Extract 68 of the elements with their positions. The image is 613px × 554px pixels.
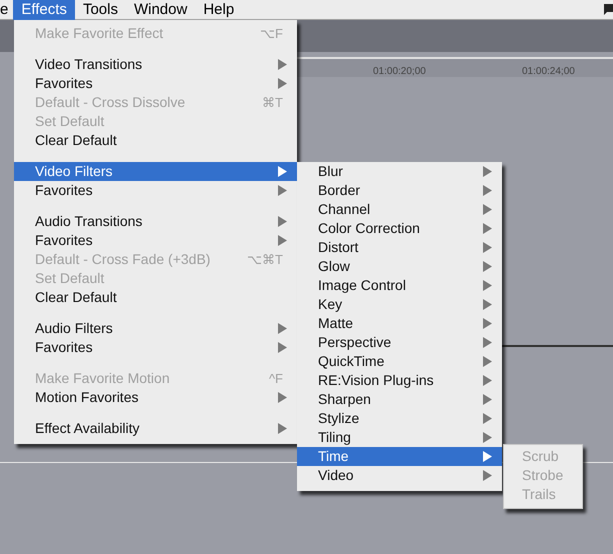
submenu-arrow-icon <box>483 337 492 348</box>
menu-item[interactable]: Sharpen <box>297 390 502 409</box>
submenu-arrow-icon <box>278 59 287 70</box>
submenu-arrow-icon <box>483 299 492 310</box>
submenu-arrow-icon <box>483 223 492 234</box>
menu-item[interactable]: Favorites <box>14 181 297 200</box>
submenu-arrow-icon <box>278 166 287 177</box>
shortcut-label: ⌥F <box>260 24 283 43</box>
submenu-arrow-icon <box>483 375 492 386</box>
submenu-arrow-icon <box>278 423 287 434</box>
shortcut-label: ⌥⌘T <box>247 250 283 269</box>
menu-item[interactable]: Clear Default <box>14 288 297 307</box>
menu-item[interactable]: Audio Filters <box>14 319 297 338</box>
menu-item[interactable]: Motion Favorites <box>14 388 297 407</box>
submenu-arrow-icon <box>278 235 287 246</box>
submenu-arrow-icon <box>278 78 287 89</box>
menu-item[interactable]: Perspective <box>297 333 502 352</box>
menu-item[interactable]: Favorites <box>14 338 297 357</box>
menu-item[interactable]: Video Filters <box>14 162 297 181</box>
timecode-label: 01:00:20;00 <box>373 65 426 79</box>
shortcut-label: ^F <box>268 370 283 388</box>
menu-bar-item[interactable]: Window <box>126 0 196 20</box>
menu-item[interactable]: QuickTime <box>297 352 502 371</box>
shortcut-label: ⌘T <box>262 94 283 112</box>
timecode-label: 01:00:24;00 <box>522 65 575 79</box>
submenu-arrow-icon <box>483 432 492 443</box>
submenu-arrow-icon <box>483 394 492 405</box>
submenu-arrow-icon <box>278 185 287 196</box>
menu-bar-item[interactable]: Effects <box>13 0 75 20</box>
submenu-arrow-icon <box>483 185 492 196</box>
menu-item[interactable]: Distort <box>297 238 502 257</box>
menu-item[interactable]: Favorites <box>14 74 297 93</box>
submenu-arrow-icon <box>483 242 492 253</box>
menu-item[interactable]: Channel <box>297 200 502 219</box>
menu-bar-item[interactable]: Help <box>195 0 242 20</box>
submenu-arrow-icon <box>483 356 492 367</box>
menu-item[interactable]: Audio Transitions <box>14 212 297 231</box>
submenu-arrow-icon <box>483 413 492 424</box>
menu-bar-item[interactable]: Tools <box>74 0 126 20</box>
menu-item[interactable]: Border <box>297 181 502 200</box>
menu-item[interactable]: Image Control <box>297 276 502 295</box>
menu-item[interactable]: Matte <box>297 314 502 333</box>
menu-item[interactable]: Glow <box>297 257 502 276</box>
menu-item[interactable]: Blur <box>297 162 502 181</box>
submenu-arrow-icon <box>278 342 287 353</box>
submenu-arrow-icon <box>483 318 492 329</box>
submenu-arrow-icon <box>483 204 492 215</box>
submenu-arrow-icon <box>483 470 492 481</box>
menu-item[interactable]: Color Correction <box>297 219 502 238</box>
menu-item[interactable]: Clear Default <box>14 131 297 150</box>
submenu-arrow-icon <box>483 280 492 291</box>
submenu-arrow-icon <box>483 451 492 462</box>
submenu-arrow-icon <box>278 323 287 334</box>
menu-item[interactable]: Key <box>297 295 502 314</box>
menu-item[interactable]: Video Transitions <box>14 55 297 74</box>
menu-item[interactable]: Time <box>297 447 502 466</box>
menu-bar-item[interactable]: e <box>0 0 14 20</box>
chat-icon[interactable] <box>603 3 613 16</box>
submenu-arrow-icon <box>278 392 287 403</box>
submenu-arrow-icon <box>483 166 492 177</box>
submenu-arrow-icon <box>278 216 287 227</box>
menu-item[interactable]: Tiling <box>297 428 502 447</box>
menu-item[interactable]: Video <box>297 466 502 485</box>
menu-item[interactable]: Effect Availability <box>14 419 297 438</box>
submenu-arrow-icon <box>483 261 492 272</box>
menu-item[interactable]: Favorites <box>14 231 297 250</box>
menu-item[interactable]: Stylize <box>297 409 502 428</box>
menu-item[interactable]: RE:Vision Plug-ins <box>297 371 502 390</box>
